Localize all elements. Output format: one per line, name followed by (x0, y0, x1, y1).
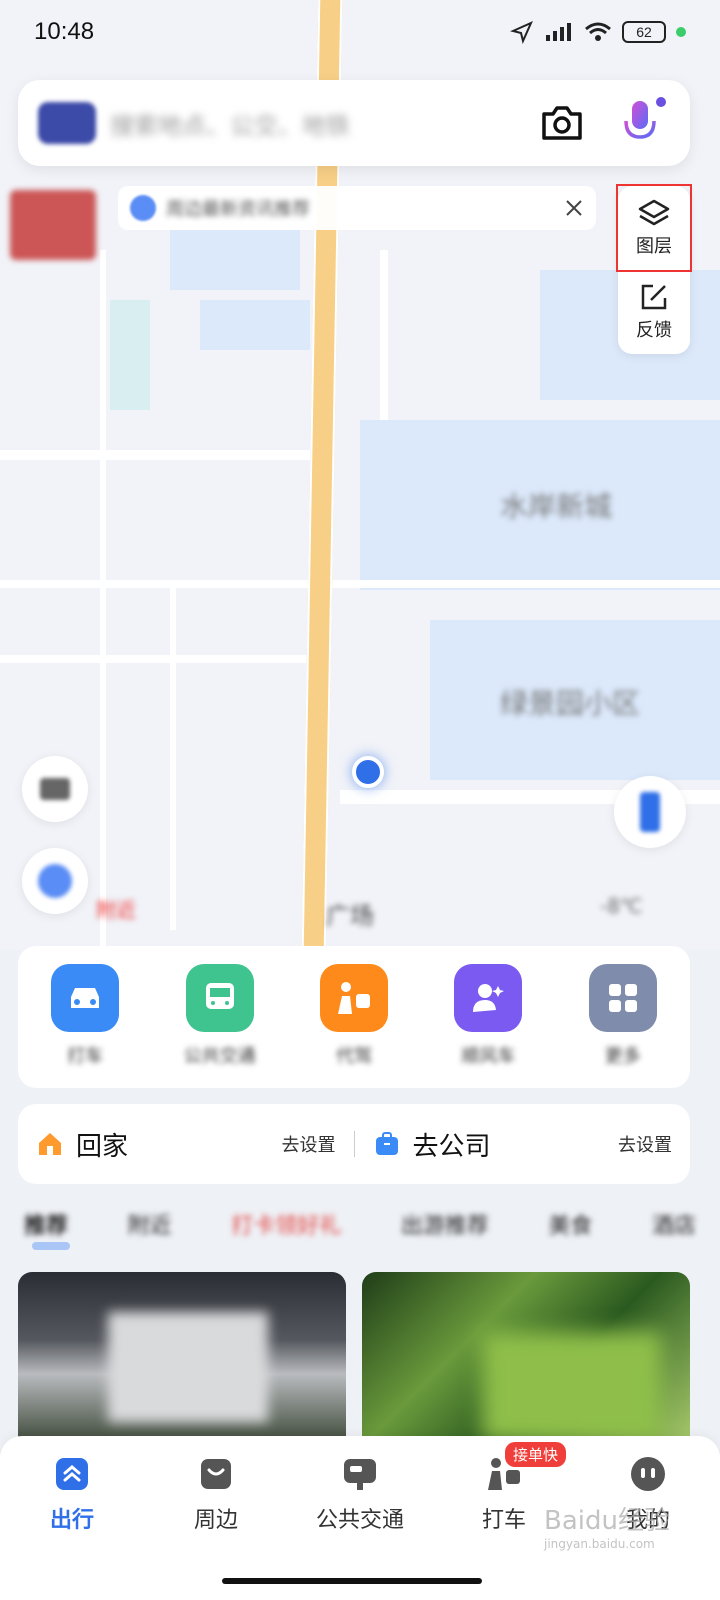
watermark: Baidu经验 jingyan.baidu.com (544, 1500, 670, 1551)
shop-icon (196, 1454, 236, 1494)
tab-recommend[interactable]: 推荐 (24, 1208, 68, 1240)
home-title: 回家 (76, 1131, 129, 1162)
locate-icon (38, 864, 72, 898)
feed-tabs: 推荐 附近 打卡领好礼 出游推荐 美食 酒店 (24, 1204, 696, 1244)
person-star-icon (454, 964, 523, 1032)
home-set-button[interactable]: 去设置 (282, 1131, 336, 1157)
compass-icon (640, 792, 660, 832)
work-title: 去公司 (412, 1131, 491, 1162)
nav-travel[interactable]: 出行 (7, 1454, 137, 1600)
feedback-button[interactable]: 反馈 (618, 270, 690, 354)
nav-badge: 接单快 (505, 1442, 567, 1467)
search-input[interactable]: 搜索地点、公交、地铁 (110, 106, 532, 141)
briefcase-icon (375, 1132, 398, 1155)
tab-nearby[interactable]: 附近 (128, 1208, 172, 1240)
home-indicator[interactable] (222, 1578, 482, 1584)
edit-icon (641, 284, 667, 310)
feed-card-image[interactable] (18, 1272, 346, 1442)
signal-icon (546, 23, 571, 41)
travel-icon (52, 1454, 92, 1494)
traffic-icon (40, 778, 70, 800)
weather-label: -8℃ (600, 894, 643, 918)
compass-button[interactable] (614, 776, 686, 848)
map-label-area2: 绿景园小区 (500, 687, 641, 720)
bus-icon (340, 1454, 380, 1494)
service-label: 顺风车 (461, 1046, 516, 1067)
microphone-icon (624, 101, 656, 145)
map-poi-thumb[interactable] (10, 190, 96, 260)
location-arrow-icon (510, 21, 533, 44)
service-more[interactable]: 更多 (563, 964, 683, 1068)
feed-card-image[interactable] (362, 1272, 690, 1442)
locate-button[interactable] (22, 848, 88, 914)
privacy-dot (676, 27, 686, 37)
status-time: 10:48 (34, 18, 95, 45)
tip-banner[interactable]: 周边最新资讯推荐 (118, 186, 596, 230)
service-carpool[interactable]: 顺风车 (428, 964, 548, 1068)
grid-icon (588, 964, 657, 1032)
wifi-icon (585, 22, 611, 41)
tab-promo[interactable]: 打卡领好礼 (231, 1208, 341, 1240)
service-label: 打车 (67, 1046, 104, 1067)
notification-dot-icon (654, 95, 668, 109)
service-label: 代驾 (335, 1046, 372, 1067)
service-driver[interactable]: 代驾 (294, 964, 414, 1068)
map-location-label: 广场 (326, 902, 374, 930)
service-taxi[interactable]: 打车 (25, 964, 145, 1068)
watermark-text: Baidu经验 (544, 1506, 670, 1536)
tab-hotel[interactable]: 酒店 (652, 1208, 696, 1240)
services-card: 打车 公共交通 代驾 顺风车 更多 (18, 946, 690, 1088)
map-label-area1: 水岸新城 (500, 490, 613, 523)
camera-button[interactable] (532, 93, 592, 153)
layers-label: 图层 (636, 236, 672, 257)
feedback-label: 反馈 (636, 320, 672, 341)
status-bar: 10:48 62 (0, 0, 720, 64)
service-label: 更多 (604, 1046, 641, 1067)
camera-icon (542, 106, 582, 140)
road-condition-button[interactable] (22, 756, 88, 822)
layers-button[interactable]: 图层 (616, 184, 692, 272)
bus-icon (185, 964, 254, 1032)
tip-icon (130, 195, 156, 221)
nav-label: 出行 (49, 1508, 94, 1533)
tab-travel[interactable]: 出游推荐 (401, 1208, 489, 1240)
voice-button[interactable] (610, 93, 670, 153)
driver-icon (319, 964, 388, 1032)
active-tab-indicator (32, 1242, 70, 1250)
map-tools-panel: 图层 反馈 (616, 184, 692, 354)
work-set-button[interactable]: 去设置 (618, 1131, 672, 1157)
layers-icon (638, 199, 670, 226)
car-icon (51, 964, 120, 1032)
tip-text: 周边最新资讯推荐 (166, 199, 310, 220)
nav-label: 打车 (481, 1508, 526, 1533)
tab-food[interactable]: 美食 (548, 1208, 592, 1240)
map-bottom-left-label: 附近 (96, 898, 136, 922)
watermark-sub: jingyan.baidu.com (544, 1537, 655, 1551)
battery-indicator: 62 (622, 21, 666, 43)
search-bar[interactable]: 搜索地点、公交、地铁 (18, 80, 690, 166)
nav-label: 公共交通 (315, 1508, 404, 1533)
service-label: 公共交通 (183, 1046, 256, 1067)
nav-label: 周边 (193, 1508, 238, 1533)
home-work-card: 回家 去设置 去公司 去设置 (18, 1104, 690, 1184)
home-icon (39, 1133, 61, 1155)
profile-icon (628, 1454, 668, 1494)
work-entry[interactable]: 去公司 去设置 (355, 1126, 691, 1163)
close-icon[interactable] (564, 198, 584, 218)
current-location-icon (352, 756, 384, 788)
home-entry[interactable]: 回家 去设置 (18, 1126, 354, 1163)
service-bus[interactable]: 公共交通 (160, 964, 280, 1068)
avatar[interactable] (38, 102, 96, 144)
